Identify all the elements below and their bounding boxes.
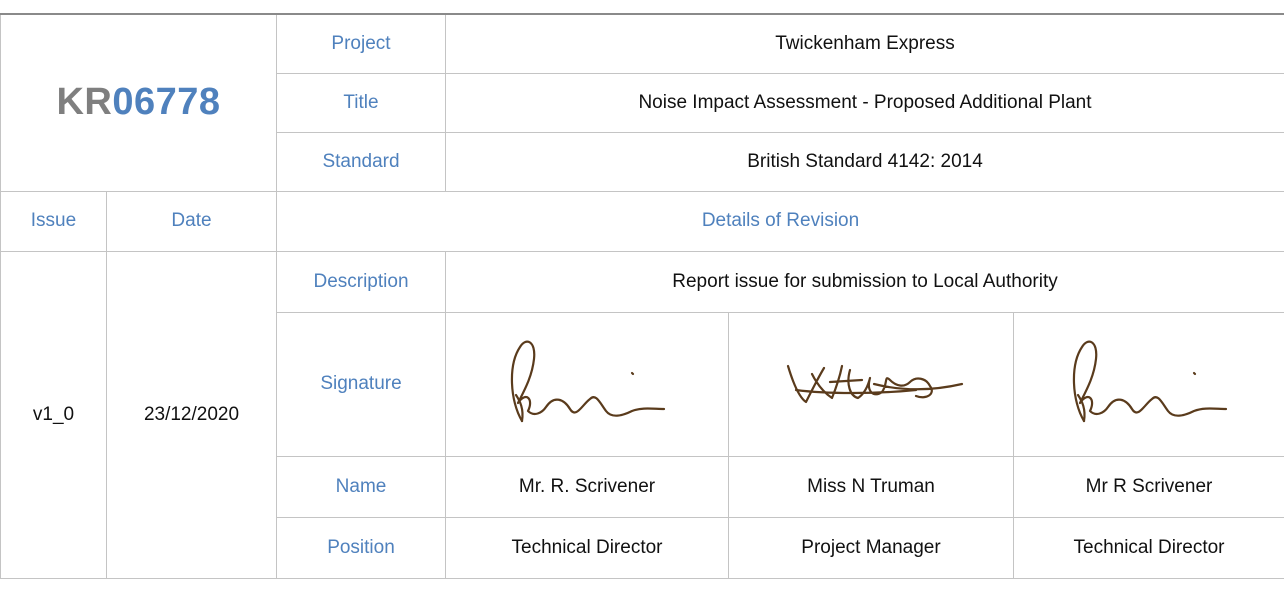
details-of-revision-header: Details of Revision xyxy=(276,190,1284,252)
report-reference-number: 06778 xyxy=(112,81,221,124)
description-value: Report issue for submission to Local Aut… xyxy=(445,250,1284,313)
signatory-position: Technical Director xyxy=(445,516,729,579)
signatory-name: Mr. R. Scrivener xyxy=(445,455,729,518)
signature-label: Signature xyxy=(276,311,446,457)
date-value: 23/12/2020 xyxy=(106,250,277,579)
standard-value: British Standard 4142: 2014 xyxy=(445,131,1284,192)
signature-cell xyxy=(728,311,1014,457)
signatory-position: Project Manager xyxy=(728,516,1014,579)
position-label: Position xyxy=(276,516,446,579)
standard-label: Standard xyxy=(276,131,446,192)
title-label: Title xyxy=(276,72,446,133)
signature-n-truman-icon xyxy=(786,364,964,404)
project-value: Twickenham Express xyxy=(445,13,1284,74)
title-value: Noise Impact Assessment - Proposed Addit… xyxy=(445,72,1284,133)
signature-r-scrivener-icon xyxy=(1072,340,1228,423)
issue-header: Issue xyxy=(0,190,107,252)
name-label: Name xyxy=(276,455,446,518)
description-label: Description xyxy=(276,250,446,313)
signature-cell xyxy=(1013,311,1284,457)
report-reference: KR06778 xyxy=(0,13,277,192)
signature-cell xyxy=(445,311,729,457)
project-label: Project xyxy=(276,13,446,74)
date-header: Date xyxy=(106,190,277,252)
document-control-table: KR06778 Project Twickenham Express Title… xyxy=(0,13,1284,579)
signature-r-scrivener-icon xyxy=(510,340,666,423)
report-reference-prefix: KR xyxy=(56,81,113,124)
issue-value: v1_0 xyxy=(0,250,107,579)
signatory-name: Miss N Truman xyxy=(728,455,1014,518)
signatory-position: Technical Director xyxy=(1013,516,1284,579)
signatory-name: Mr R Scrivener xyxy=(1013,455,1284,518)
